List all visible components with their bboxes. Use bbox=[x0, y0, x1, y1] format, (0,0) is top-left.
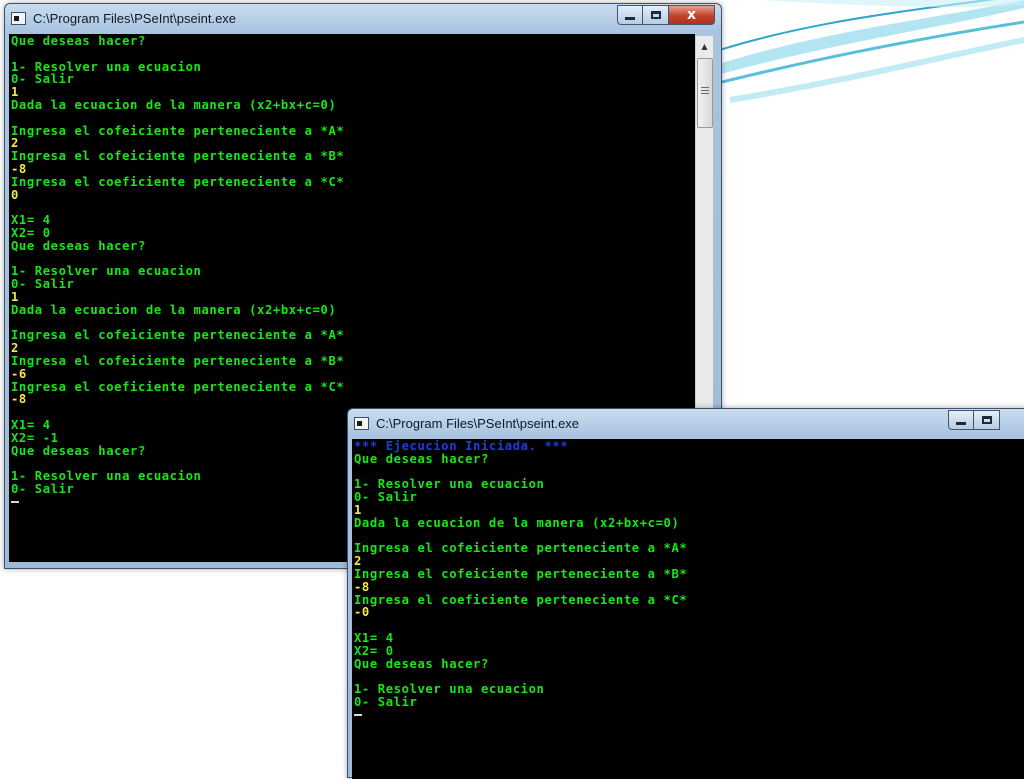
text-cursor bbox=[354, 714, 362, 717]
scrollbar-thumb[interactable] bbox=[697, 58, 713, 128]
console-line: 0- Salir bbox=[11, 277, 75, 292]
console-line: -6 bbox=[11, 366, 27, 381]
console-cursor-line bbox=[354, 709, 1024, 722]
console-line: -8 bbox=[11, 392, 27, 407]
console-line: 1- Resolver una ecuacion bbox=[354, 682, 545, 697]
console-app-icon[interactable] bbox=[11, 12, 26, 25]
console-line: Ingresa el cofeiciente perteneciente a *… bbox=[11, 123, 345, 138]
console-line: -8 bbox=[11, 161, 27, 176]
thumb-grip bbox=[701, 93, 709, 94]
console-line: -0 bbox=[354, 605, 370, 620]
maximize-button[interactable] bbox=[643, 5, 669, 25]
console-line: X2= 0 bbox=[11, 225, 51, 240]
console-line: X2= 0 bbox=[354, 643, 394, 658]
console-output[interactable]: *** Ejecucion Iniciada. *** Que deseas ha… bbox=[352, 439, 1024, 779]
console-line: 0- Salir bbox=[11, 72, 75, 87]
close-button[interactable]: x bbox=[669, 5, 715, 25]
window-title: C:\Program Files\PSeInt\pseint.exe bbox=[376, 416, 580, 431]
console-line: X1= 4 bbox=[354, 630, 394, 645]
console-line: 1 bbox=[354, 502, 362, 517]
console-line: Ingresa el coeficiente perteneciente a *… bbox=[354, 592, 688, 607]
console-line: *** Ejecucion Iniciada. *** bbox=[354, 439, 569, 453]
console-line: Dada la ecuacion de la manera (x2+bx+c=0… bbox=[11, 302, 337, 317]
minimize-icon bbox=[956, 421, 966, 425]
console-line: -8 bbox=[354, 579, 370, 594]
console-line: 1- Resolver una ecuacion bbox=[354, 477, 545, 492]
minimize-button[interactable] bbox=[617, 5, 643, 25]
console-line: Ingresa el cofeiciente perteneciente a *… bbox=[354, 541, 688, 556]
console-line: Que deseas hacer? bbox=[11, 238, 146, 253]
console-window-2[interactable]: C:\Program Files\PSeInt\pseint.exe *** E… bbox=[347, 408, 1024, 779]
window-controls: x bbox=[617, 5, 715, 25]
console-line: Que deseas hacer? bbox=[354, 451, 489, 466]
title-bar[interactable]: C:\Program Files\PSeInt\pseint.exe bbox=[348, 409, 1024, 439]
maximize-icon bbox=[650, 11, 661, 19]
console-line: Que deseas hacer? bbox=[354, 656, 489, 671]
maximize-icon bbox=[981, 416, 992, 424]
console-line: Ingresa el coeficiente perteneciente a *… bbox=[11, 379, 345, 394]
console-line: 0- Salir bbox=[354, 490, 418, 505]
console-line: Ingresa el cofeiciente perteneciente a *… bbox=[354, 566, 688, 581]
scroll-up-arrow-icon[interactable]: ▲ bbox=[696, 38, 713, 55]
console-line: Ingresa el cofeiciente perteneciente a *… bbox=[11, 353, 345, 368]
console-line: 0- Salir bbox=[354, 694, 418, 709]
close-icon: x bbox=[686, 7, 697, 23]
console-line: Ingresa el cofeiciente perteneciente a *… bbox=[11, 328, 345, 343]
console-line: Dada la ecuacion de la manera (x2+bx+c=0… bbox=[354, 515, 680, 530]
console-line: 2 bbox=[11, 341, 19, 356]
console-line: Que deseas hacer? bbox=[11, 34, 146, 48]
console-line: 1- Resolver una ecuacion bbox=[11, 264, 202, 279]
console-line: Ingresa el cofeiciente perteneciente a *… bbox=[11, 149, 345, 164]
console-line: 1 bbox=[11, 289, 19, 304]
console-line: 1- Resolver una ecuacion bbox=[11, 59, 202, 74]
title-bar[interactable]: C:\Program Files\PSeInt\pseint.exe x bbox=[5, 4, 721, 34]
console-line: Dada la ecuacion de la manera (x2+bx+c=0… bbox=[11, 97, 337, 112]
minimize-icon bbox=[625, 16, 635, 20]
console-line: X1= 4 bbox=[11, 213, 51, 228]
text-cursor bbox=[11, 501, 19, 504]
console-line: Ingresa el coeficiente perteneciente a *… bbox=[11, 174, 345, 189]
window-title: C:\Program Files\PSeInt\pseint.exe bbox=[33, 11, 237, 26]
console-app-icon[interactable] bbox=[354, 417, 369, 430]
thumb-grip bbox=[701, 90, 709, 91]
thumb-grip bbox=[701, 87, 709, 88]
console-line: 0 bbox=[11, 187, 19, 202]
window-controls bbox=[948, 410, 1000, 430]
maximize-button[interactable] bbox=[974, 410, 1000, 430]
minimize-button[interactable] bbox=[948, 410, 974, 430]
